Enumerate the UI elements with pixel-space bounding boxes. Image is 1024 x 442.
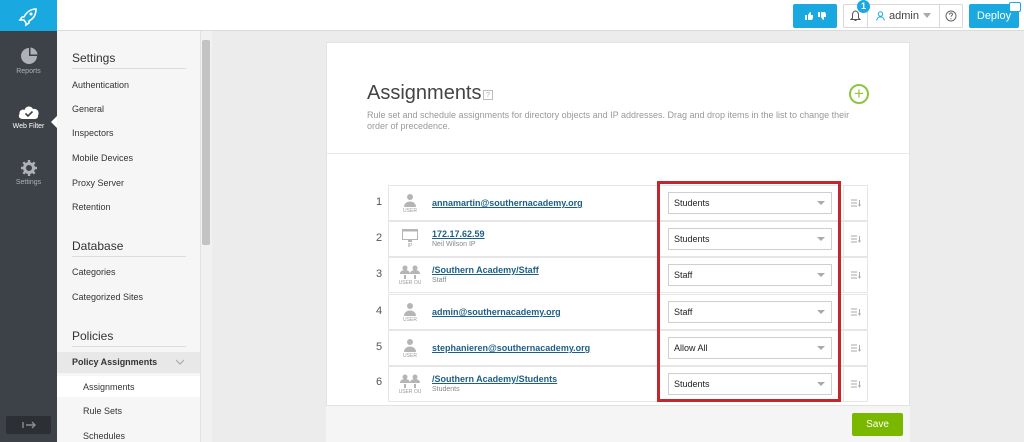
menu-divider bbox=[72, 346, 186, 347]
top-bar: 1 admin Deploy bbox=[0, 0, 1024, 31]
menu-item-proxy-server[interactable]: Proxy Server bbox=[72, 178, 124, 188]
drag-handle[interactable] bbox=[844, 221, 868, 257]
row-number: 1 bbox=[375, 196, 383, 208]
menu-section-settings: Settings bbox=[72, 51, 116, 65]
menu-item-schedules[interactable]: Schedules bbox=[83, 431, 125, 441]
menu-scrollbar-thumb[interactable] bbox=[202, 40, 210, 245]
row-number: 2 bbox=[375, 232, 383, 244]
nav-reports[interactable]: Reports bbox=[0, 37, 57, 85]
user-type-icon: USER bbox=[397, 186, 423, 220]
user-icon bbox=[876, 10, 885, 21]
gear-icon bbox=[20, 160, 37, 176]
pie-chart-icon bbox=[20, 47, 37, 64]
drag-handle[interactable] bbox=[844, 294, 868, 330]
menu-divider bbox=[72, 256, 186, 257]
menu-section-database: Database bbox=[72, 239, 124, 253]
nav-web-filter[interactable]: Web Filter bbox=[0, 93, 57, 141]
assignment-name-link[interactable]: /Southern Academy/Students bbox=[432, 374, 557, 384]
drag-handle-icon bbox=[850, 271, 861, 279]
row-type-label: USER bbox=[403, 207, 417, 214]
menu-item-categorized-sites[interactable]: Categorized Sites bbox=[72, 292, 143, 302]
drag-handle-icon bbox=[850, 380, 861, 388]
header-divider bbox=[326, 153, 910, 154]
drag-handle-icon bbox=[850, 199, 861, 207]
assignment-subtitle: Students bbox=[432, 386, 460, 393]
chevron-down-icon bbox=[923, 13, 931, 18]
drag-handle[interactable] bbox=[844, 366, 868, 402]
help-icon bbox=[945, 10, 957, 21]
help-icon[interactable]: ? bbox=[483, 90, 493, 100]
notifications-button[interactable]: 1 bbox=[844, 0, 871, 27]
page-description: Rule set and schedule assignments for di… bbox=[367, 110, 850, 131]
assignment-subtitle: Staff bbox=[432, 277, 447, 284]
rocket-logo-icon[interactable] bbox=[0, 0, 57, 31]
menu-item-authentication[interactable]: Authentication bbox=[72, 80, 129, 90]
user-menu[interactable]: admin bbox=[868, 4, 940, 27]
row-type-label: IP bbox=[407, 243, 413, 249]
menu-item-rule-sets[interactable]: Rule Sets bbox=[83, 406, 122, 416]
menu-item-retention[interactable]: Retention bbox=[72, 202, 111, 212]
menu-item-inspectors[interactable]: Inspectors bbox=[72, 128, 114, 138]
row-type-label: USER OU bbox=[398, 388, 422, 395]
drag-handle[interactable] bbox=[844, 257, 868, 293]
menu-section-policies: Policies bbox=[72, 329, 114, 343]
user-ou-type-icon: USER OU bbox=[397, 367, 423, 401]
page-title: Assignments bbox=[367, 82, 482, 104]
assignment-subtitle: Neil Wilson IP bbox=[432, 241, 476, 248]
cloud-check-icon bbox=[18, 106, 39, 119]
row-type-label: USER bbox=[403, 316, 417, 323]
menu-item-general[interactable]: General bbox=[72, 104, 104, 114]
drag-handle-icon bbox=[850, 308, 861, 316]
nav-reports-label: Reports bbox=[16, 68, 41, 75]
user-type-icon: USER bbox=[397, 331, 423, 365]
thumbs-up-icon bbox=[804, 11, 813, 20]
drag-handle-icon bbox=[850, 344, 861, 352]
row-number: 3 bbox=[375, 268, 383, 280]
drag-handle[interactable] bbox=[844, 330, 868, 366]
left-navigation: Reports Web Filter Settings bbox=[0, 31, 57, 442]
user-type-icon: USER bbox=[397, 295, 423, 329]
user-ou-type-icon: USER OU bbox=[397, 258, 423, 292]
thumbs-down-icon bbox=[817, 11, 826, 20]
add-assignment-button[interactable]: + bbox=[849, 84, 869, 104]
menu-divider bbox=[72, 68, 186, 69]
collapse-arrow-icon bbox=[21, 421, 36, 429]
row-number: 6 bbox=[375, 376, 383, 388]
drag-handle[interactable] bbox=[844, 185, 868, 221]
nav-settings[interactable]: Settings bbox=[0, 149, 57, 197]
assignment-name-link[interactable]: admin@southernacademy.org bbox=[432, 307, 561, 317]
menu-group-policy-assignments[interactable]: Policy Assignments bbox=[72, 357, 157, 367]
menu-item-mobile-devices[interactable]: Mobile Devices bbox=[72, 153, 133, 163]
row-number: 4 bbox=[375, 305, 383, 317]
assignment-name-link[interactable]: stephanieren@southernacademy.org bbox=[432, 343, 590, 353]
collapse-button[interactable] bbox=[6, 416, 51, 434]
footer-bar bbox=[326, 405, 910, 442]
row-type-label: USER OU bbox=[398, 279, 422, 286]
ip-type-icon: IP bbox=[397, 222, 423, 256]
row-type-label: USER bbox=[403, 352, 417, 359]
assignment-name-link[interactable]: annamartin@southernacademy.org bbox=[432, 198, 583, 208]
help-button[interactable] bbox=[940, 5, 962, 27]
save-button[interactable]: Save bbox=[852, 413, 903, 436]
row-number: 5 bbox=[375, 341, 383, 353]
assignment-name-link[interactable]: 172.17.62.59 bbox=[432, 229, 485, 239]
feedback-thumbs-button[interactable] bbox=[793, 3, 838, 28]
highlight-box bbox=[657, 181, 841, 402]
deploy-button[interactable]: Deploy bbox=[969, 1, 1021, 28]
deploy-queue-icon bbox=[1009, 1, 1021, 12]
notification-badge: 1 bbox=[857, 0, 871, 13]
deploy-label: Deploy bbox=[976, 9, 1012, 22]
nav-settings-label: Settings bbox=[15, 179, 42, 186]
user-name: admin bbox=[889, 9, 919, 22]
chevron-down-icon[interactable] bbox=[175, 359, 185, 365]
menu-item-categories[interactable]: Categories bbox=[72, 267, 116, 277]
assignment-name-link[interactable]: /Southern Academy/Staff bbox=[432, 265, 539, 275]
nav-web-filter-label: Web Filter bbox=[12, 123, 45, 130]
drag-handle-icon bbox=[850, 235, 861, 243]
menu-item-assignments[interactable]: Assignments bbox=[83, 382, 135, 392]
